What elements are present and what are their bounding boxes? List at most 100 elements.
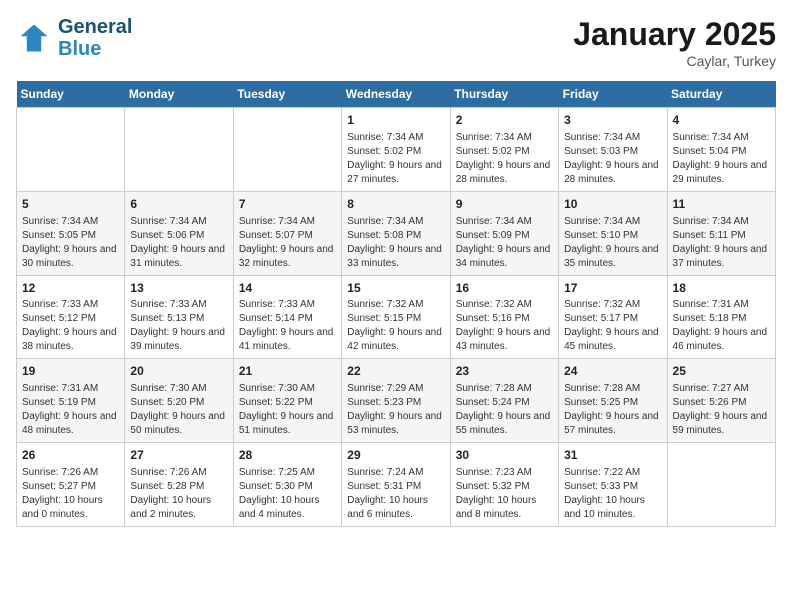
logo: General Blue xyxy=(16,16,132,60)
day-number: 1 xyxy=(347,112,444,129)
day-number: 4 xyxy=(673,112,770,129)
day-number: 17 xyxy=(564,280,661,297)
calendar-day-cell: 18Sunrise: 7:31 AM Sunset: 5:18 PM Dayli… xyxy=(667,275,775,359)
calendar-day-cell: 12Sunrise: 7:33 AM Sunset: 5:12 PM Dayli… xyxy=(17,275,125,359)
day-info: Sunrise: 7:34 AM Sunset: 5:08 PM Dayligh… xyxy=(347,215,444,271)
calendar-table: SundayMondayTuesdayWednesdayThursdayFrid… xyxy=(16,81,776,527)
logo-text: General Blue xyxy=(58,16,132,60)
logo-line1: General xyxy=(58,16,132,38)
day-info: Sunrise: 7:34 AM Sunset: 5:02 PM Dayligh… xyxy=(347,131,444,187)
calendar-day-cell: 28 Sunrise: 7:25 AM Sunset: 5:30 PM Dayli… xyxy=(233,443,341,527)
calendar-week-row: 1 Sunrise: 7:34 AM Sunset: 5:02 PM Daylig… xyxy=(17,108,776,192)
day-info: Sunrise: 7:26 AM Sunset: 5:28 PM Dayligh… xyxy=(130,466,227,522)
calendar-day-cell: 10 Sunrise: 7:34 AM Sunset: 5:10 PM Dayli… xyxy=(559,191,667,275)
calendar-day-cell: 25Sunrise: 7:27 AM Sunset: 5:26 PM Dayli… xyxy=(667,359,775,443)
logo-icon xyxy=(16,20,52,56)
day-number: 21 xyxy=(239,363,336,380)
calendar-day-cell: 4Sunrise: 7:34 AM Sunset: 5:04 PM Daylig… xyxy=(667,108,775,192)
day-number: 8 xyxy=(347,196,444,213)
day-number: 25 xyxy=(673,363,770,380)
day-info: Sunrise: 7:34 AM Sunset: 5:02 PM Dayligh… xyxy=(456,131,553,187)
day-number: 24 xyxy=(564,363,661,380)
calendar-day-cell: 7Sunrise: 7:34 AM Sunset: 5:07 PM Daylig… xyxy=(233,191,341,275)
day-info: Sunrise: 7:33 AM Sunset: 5:13 PM Dayligh… xyxy=(130,298,227,354)
day-number: 16 xyxy=(456,280,553,297)
day-number: 27 xyxy=(130,447,227,464)
calendar-day-cell: 29Sunrise: 7:24 AM Sunset: 5:31 PM Dayli… xyxy=(342,443,450,527)
calendar-day-cell: 11 Sunrise: 7:34 AM Sunset: 5:11 PM Dayli… xyxy=(667,191,775,275)
day-number: 26 xyxy=(22,447,119,464)
calendar-day-cell: 20 Sunrise: 7:30 AM Sunset: 5:20 PM Dayli… xyxy=(125,359,233,443)
calendar-day-cell: 30 Sunrise: 7:23 AM Sunset: 5:32 PM Dayli… xyxy=(450,443,558,527)
day-number: 11 xyxy=(673,196,770,213)
weekday-header-cell: Tuesday xyxy=(233,81,341,108)
day-info: Sunrise: 7:33 AM Sunset: 5:12 PM Dayligh… xyxy=(22,298,119,354)
day-info: Sunrise: 7:30 AM Sunset: 5:20 PM Dayligh… xyxy=(130,382,227,438)
calendar-day-cell: 27 Sunrise: 7:26 AM Sunset: 5:28 PM Dayli… xyxy=(125,443,233,527)
location: Caylar, Turkey xyxy=(573,53,776,69)
day-info: Sunrise: 7:25 AM Sunset: 5:30 PM Dayligh… xyxy=(239,466,336,522)
calendar-week-row: 26Sunrise: 7:26 AM Sunset: 5:27 PM Dayli… xyxy=(17,443,776,527)
calendar-day-cell: 22Sunrise: 7:29 AM Sunset: 5:23 PM Dayli… xyxy=(342,359,450,443)
day-info: Sunrise: 7:34 AM Sunset: 5:10 PM Dayligh… xyxy=(564,215,661,271)
day-number: 9 xyxy=(456,196,553,213)
calendar-body: 1 Sunrise: 7:34 AM Sunset: 5:02 PM Daylig… xyxy=(17,108,776,527)
day-info: Sunrise: 7:34 AM Sunset: 5:09 PM Dayligh… xyxy=(456,215,553,271)
day-number: 6 xyxy=(130,196,227,213)
day-info: Sunrise: 7:28 AM Sunset: 5:25 PM Dayligh… xyxy=(564,382,661,438)
day-number: 22 xyxy=(347,363,444,380)
day-info: Sunrise: 7:23 AM Sunset: 5:32 PM Dayligh… xyxy=(456,466,553,522)
calendar-day-cell: 26Sunrise: 7:26 AM Sunset: 5:27 PM Dayli… xyxy=(17,443,125,527)
calendar-header: SundayMondayTuesdayWednesdayThursdayFrid… xyxy=(17,81,776,108)
day-info: Sunrise: 7:24 AM Sunset: 5:31 PM Dayligh… xyxy=(347,466,444,522)
calendar-day-cell: 5 Sunrise: 7:34 AM Sunset: 5:05 PM Daylig… xyxy=(17,191,125,275)
calendar-day-cell xyxy=(233,108,341,192)
calendar-day-cell: 2 Sunrise: 7:34 AM Sunset: 5:02 PM Daylig… xyxy=(450,108,558,192)
day-number: 15 xyxy=(347,280,444,297)
weekday-header-cell: Friday xyxy=(559,81,667,108)
day-number: 2 xyxy=(456,112,553,129)
calendar-day-cell: 3 Sunrise: 7:34 AM Sunset: 5:03 PM Daylig… xyxy=(559,108,667,192)
month-title: January 2025 xyxy=(573,16,776,53)
calendar-day-cell: 23Sunrise: 7:28 AM Sunset: 5:24 PM Dayli… xyxy=(450,359,558,443)
calendar-day-cell: 21 Sunrise: 7:30 AM Sunset: 5:22 PM Dayli… xyxy=(233,359,341,443)
calendar-day-cell: 31Sunrise: 7:22 AM Sunset: 5:33 PM Dayli… xyxy=(559,443,667,527)
day-number: 5 xyxy=(22,196,119,213)
day-info: Sunrise: 7:30 AM Sunset: 5:22 PM Dayligh… xyxy=(239,382,336,438)
weekday-header-cell: Wednesday xyxy=(342,81,450,108)
day-number: 13 xyxy=(130,280,227,297)
day-info: Sunrise: 7:33 AM Sunset: 5:14 PM Dayligh… xyxy=(239,298,336,354)
day-info: Sunrise: 7:34 AM Sunset: 5:05 PM Dayligh… xyxy=(22,215,119,271)
day-info: Sunrise: 7:28 AM Sunset: 5:24 PM Dayligh… xyxy=(456,382,553,438)
day-number: 12 xyxy=(22,280,119,297)
day-number: 7 xyxy=(239,196,336,213)
day-number: 10 xyxy=(564,196,661,213)
calendar-day-cell: 16Sunrise: 7:32 AM Sunset: 5:16 PM Dayli… xyxy=(450,275,558,359)
day-number: 30 xyxy=(456,447,553,464)
calendar-day-cell xyxy=(125,108,233,192)
day-info: Sunrise: 7:32 AM Sunset: 5:15 PM Dayligh… xyxy=(347,298,444,354)
day-info: Sunrise: 7:34 AM Sunset: 5:03 PM Dayligh… xyxy=(564,131,661,187)
calendar-day-cell: 15Sunrise: 7:32 AM Sunset: 5:15 PM Dayli… xyxy=(342,275,450,359)
calendar-day-cell: 24 Sunrise: 7:28 AM Sunset: 5:25 PM Dayli… xyxy=(559,359,667,443)
weekday-header-cell: Thursday xyxy=(450,81,558,108)
weekday-header-cell: Saturday xyxy=(667,81,775,108)
calendar-day-cell: 9 Sunrise: 7:34 AM Sunset: 5:09 PM Daylig… xyxy=(450,191,558,275)
day-info: Sunrise: 7:31 AM Sunset: 5:18 PM Dayligh… xyxy=(673,298,770,354)
day-info: Sunrise: 7:32 AM Sunset: 5:16 PM Dayligh… xyxy=(456,298,553,354)
day-number: 31 xyxy=(564,447,661,464)
calendar-day-cell: 8 Sunrise: 7:34 AM Sunset: 5:08 PM Daylig… xyxy=(342,191,450,275)
weekday-header-cell: Sunday xyxy=(17,81,125,108)
day-number: 20 xyxy=(130,363,227,380)
day-info: Sunrise: 7:34 AM Sunset: 5:06 PM Dayligh… xyxy=(130,215,227,271)
calendar-day-cell: 13Sunrise: 7:33 AM Sunset: 5:13 PM Dayli… xyxy=(125,275,233,359)
calendar-day-cell xyxy=(17,108,125,192)
calendar-day-cell xyxy=(667,443,775,527)
day-number: 3 xyxy=(564,112,661,129)
day-info: Sunrise: 7:32 AM Sunset: 5:17 PM Dayligh… xyxy=(564,298,661,354)
calendar-day-cell: 17Sunrise: 7:32 AM Sunset: 5:17 PM Dayli… xyxy=(559,275,667,359)
day-number: 28 xyxy=(239,447,336,464)
calendar-day-cell: 14Sunrise: 7:33 AM Sunset: 5:14 PM Dayli… xyxy=(233,275,341,359)
title-block: January 2025 Caylar, Turkey xyxy=(573,16,776,69)
day-info: Sunrise: 7:34 AM Sunset: 5:11 PM Dayligh… xyxy=(673,215,770,271)
